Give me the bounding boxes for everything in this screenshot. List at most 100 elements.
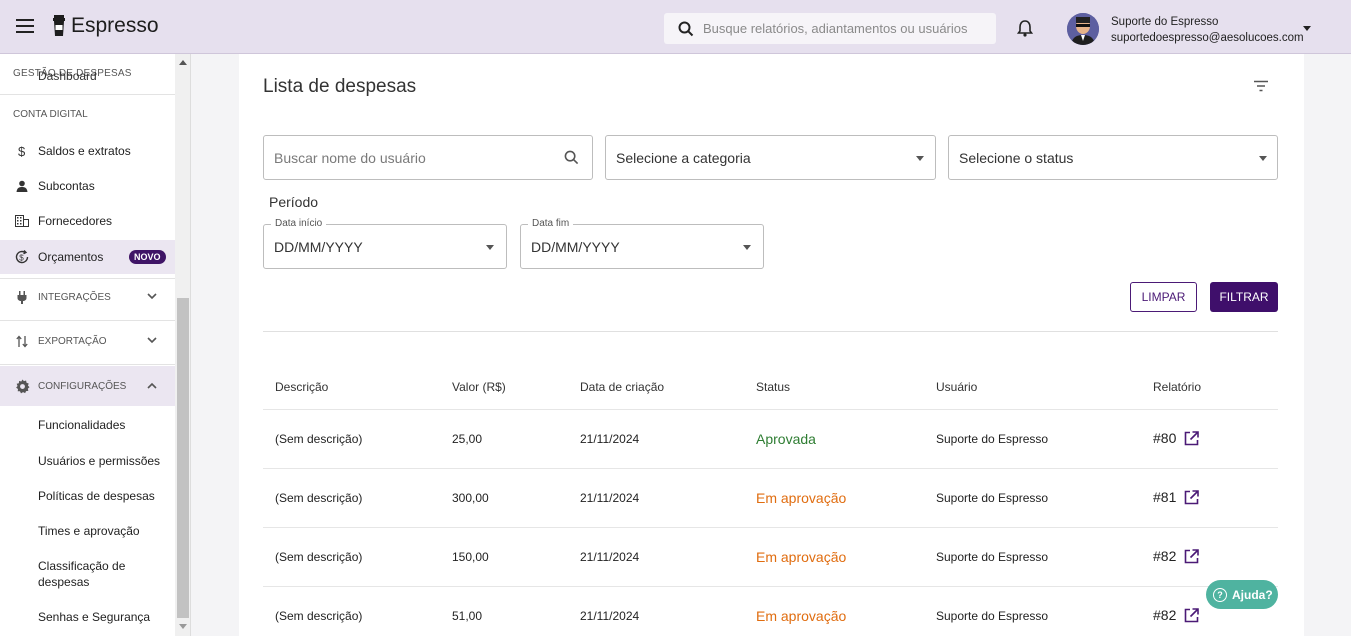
cell-status: Em aprovação (756, 608, 847, 624)
open-in-new-icon[interactable] (1184, 489, 1200, 505)
sidebar-subitem-funcionalidades[interactable]: Funcionalidades (38, 417, 125, 433)
global-search-input[interactable] (703, 21, 993, 36)
cell-user: Suporte do Espresso (936, 609, 1049, 623)
scrollbar-thumb[interactable] (177, 298, 189, 618)
scroll-down-icon[interactable] (179, 624, 187, 629)
sidebar-group-configuracoes[interactable]: CONFIGURAÇÕES (0, 366, 175, 406)
filter-list-icon[interactable] (1253, 80, 1269, 92)
sidebar-item-label: Orçamentos (38, 250, 104, 264)
clear-button[interactable]: LIMPAR (1130, 282, 1197, 312)
sidebar: GESTÃO DE DESPESAS Dashboard CONTA DIGIT… (0, 54, 175, 636)
cell-user: Suporte do Espresso (936, 491, 1049, 505)
swap-vertical-icon (13, 335, 31, 348)
sidebar-group-label: INTEGRAÇÕES (38, 291, 111, 303)
end-date-value: DD/MM/YYYY (531, 239, 620, 255)
table-row[interactable]: (Sem descrição) 150,00 21/11/2024 Em apr… (263, 528, 1278, 587)
open-in-new-icon[interactable] (1184, 430, 1200, 446)
plug-icon (13, 290, 31, 304)
table-row[interactable]: (Sem descrição) 300,00 21/11/2024 Em apr… (263, 469, 1278, 528)
coffee-cup-icon (53, 15, 65, 36)
table-row[interactable]: (Sem descrição) 51,00 21/11/2024 Em apro… (263, 587, 1278, 636)
help-button-label: Ajuda? (1232, 587, 1273, 602)
user-name: Suporte do Espresso (1111, 16, 1219, 28)
expenses-table: Descrição Valor (R$) Data de criação Sta… (263, 364, 1278, 636)
cell-date: 21/11/2024 (580, 609, 640, 623)
cell-status: Aprovada (756, 431, 816, 447)
sidebar-group-integracoes[interactable]: INTEGRAÇÕES (0, 280, 175, 314)
cell-report: #80 (1153, 430, 1200, 446)
end-date-label: Data fim (528, 218, 574, 229)
section-conta-digital: CONTA DIGITAL (13, 109, 88, 120)
bell-icon[interactable] (1017, 19, 1033, 37)
cell-user: Suporte do Espresso (936, 432, 1049, 446)
user-search-field[interactable]: Buscar nome do usuário (263, 135, 593, 180)
expenses-card: Lista de despesas Buscar nome do usuário… (239, 54, 1304, 636)
chevron-down-icon (147, 337, 157, 344)
sidebar-subitem-senhas-seguranca[interactable]: Senhas e Segurança (38, 609, 150, 625)
sidebar-group-exportacao[interactable]: EXPORTAÇÃO (0, 324, 175, 358)
sidebar-group-label: CONFIGURAÇÕES (38, 380, 127, 392)
table-row[interactable]: (Sem descrição) 25,00 21/11/2024 Aprovad… (263, 410, 1278, 469)
chevron-down-icon (147, 293, 157, 300)
start-date-field[interactable]: Data início DD/MM/YYYY (263, 218, 507, 269)
hamburger-menu-icon[interactable] (16, 19, 34, 33)
scroll-up-icon[interactable] (179, 60, 187, 65)
cell-description: (Sem descrição) (275, 491, 363, 505)
question-mark-icon: ? (1213, 587, 1227, 602)
cell-date: 21/11/2024 (580, 432, 640, 446)
table-header: Descrição Valor (R$) Data de criação Sta… (263, 364, 1278, 410)
app-name: Espresso (71, 14, 159, 37)
sidebar-subitem-politicas[interactable]: Políticas de despesas (38, 488, 155, 504)
column-header-usuario: Usuário (936, 380, 978, 394)
cell-user: Suporte do Espresso (936, 550, 1049, 564)
open-in-new-icon[interactable] (1184, 548, 1200, 564)
global-search[interactable] (664, 13, 996, 44)
avatar[interactable] (1067, 13, 1099, 45)
divider (0, 364, 175, 365)
help-button[interactable]: ? Ajuda? (1206, 580, 1278, 609)
cell-value: 300,00 (452, 491, 489, 505)
gear-icon (13, 378, 31, 394)
sidebar-subitem-times-aprovacao[interactable]: Times e aprovação (38, 523, 140, 539)
sidebar-item-orcamentos[interactable]: $ Orçamentos NOVO (0, 240, 175, 274)
search-icon (678, 21, 694, 36)
sidebar-item-label: Saldos e extratos (38, 144, 131, 158)
top-bar: Espresso Suporte do Espresso suportedoes… (0, 0, 1351, 54)
column-header-status: Status (756, 380, 791, 394)
caret-down-icon (916, 156, 924, 161)
filter-button[interactable]: FILTRAR (1210, 282, 1278, 312)
period-label: Período (269, 194, 319, 210)
status-select[interactable]: Selecione o status (948, 135, 1278, 180)
category-select[interactable]: Selecione a categoria (605, 135, 936, 180)
cell-value: 25,00 (452, 432, 483, 446)
open-in-new-icon[interactable] (1184, 607, 1200, 623)
svg-text:$: $ (19, 254, 24, 263)
sidebar-item-subcontas[interactable]: Subcontas (0, 169, 175, 203)
page-title: Lista de despesas (263, 76, 417, 97)
user-info[interactable]: Suporte do Espresso suportedoespresso@ae… (1111, 14, 1304, 46)
cell-date: 21/11/2024 (580, 550, 640, 564)
column-header-relatorio: Relatório (1153, 380, 1202, 394)
sidebar-item-dashboard[interactable]: Dashboard (38, 69, 97, 83)
sidebar-scrollbar[interactable] (175, 54, 191, 636)
report-number: #82 (1153, 607, 1177, 623)
sidebar-item-saldos[interactable]: $ Saldos e extratos (0, 134, 175, 168)
chevron-up-icon (147, 382, 157, 389)
end-date-field[interactable]: Data fim DD/MM/YYYY (520, 218, 764, 269)
dollar-icon: $ (13, 144, 31, 158)
new-badge: NOVO (129, 250, 166, 264)
start-date-label: Data início (271, 218, 327, 229)
user-email: suportedoespresso@aesolucoes.com (1111, 32, 1304, 44)
app-logo[interactable]: Espresso (52, 14, 159, 38)
caret-down-icon (486, 245, 494, 250)
sidebar-subitem-classificacao[interactable]: Classificação de despesas (38, 558, 138, 590)
cell-report: #82 (1153, 607, 1200, 623)
user-menu-caret-icon[interactable] (1303, 26, 1311, 31)
cell-report: #82 (1153, 548, 1200, 564)
sidebar-item-label: Fornecedores (38, 214, 113, 228)
sidebar-subitem-usuarios-permissoes[interactable]: Usuários e permissões (38, 453, 160, 469)
cell-description: (Sem descrição) (275, 609, 363, 623)
sidebar-group-label: EXPORTAÇÃO (38, 335, 107, 347)
report-number: #81 (1153, 489, 1177, 505)
sidebar-item-fornecedores[interactable]: Fornecedores (0, 204, 175, 238)
